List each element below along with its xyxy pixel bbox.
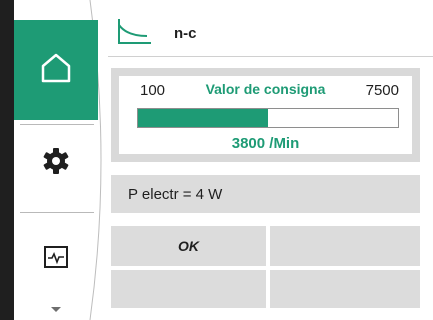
setpoint-max: 7500 xyxy=(365,82,399,99)
soft-button-3[interactable] xyxy=(111,270,266,308)
sidebar-divider xyxy=(20,124,94,125)
chevron-down-icon xyxy=(49,301,63,319)
control-curve-icon xyxy=(117,16,153,46)
ok-label: OK xyxy=(178,238,199,254)
setpoint-value: 3800 /Min xyxy=(231,135,300,152)
sidebar-item-settings[interactable] xyxy=(14,128,98,198)
soft-button-4[interactable] xyxy=(270,270,420,308)
setpoint-bar-fill xyxy=(138,109,268,127)
sidebar-item-more[interactable] xyxy=(14,300,98,320)
sidebar-item-home[interactable] xyxy=(14,20,98,120)
setpoint-bar xyxy=(137,108,399,128)
control-mode-label: n-c xyxy=(174,25,197,42)
sidebar-divider xyxy=(20,212,94,213)
home-icon xyxy=(39,52,73,89)
ok-button[interactable]: OK xyxy=(111,226,266,266)
header-divider xyxy=(108,56,433,57)
sidebar-item-diagnostics[interactable] xyxy=(14,230,98,288)
soft-button-2[interactable] xyxy=(270,226,420,266)
power-readout: P electr = 4 W xyxy=(111,175,420,213)
pulse-monitor-icon xyxy=(43,245,69,274)
power-text: P electr = 4 W xyxy=(128,185,223,203)
gear-icon xyxy=(42,147,70,180)
